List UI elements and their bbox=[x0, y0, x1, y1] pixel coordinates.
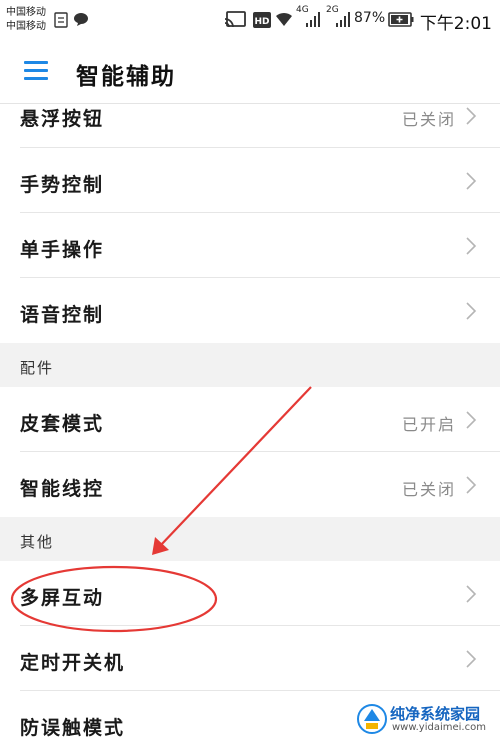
setting-label: 单手操作 bbox=[20, 239, 105, 261]
hamburger-menu-icon[interactable] bbox=[24, 60, 48, 82]
battery-icon bbox=[388, 12, 414, 27]
status-time: 下午2:01 bbox=[419, 14, 492, 34]
section-header-accessories: 配件 bbox=[0, 343, 500, 387]
hd-icon: HD bbox=[253, 12, 271, 28]
chevron-right-icon bbox=[466, 172, 477, 190]
watermark: 纯净系统家园 www.yidaimei.com bbox=[352, 701, 498, 737]
section-label: 其他 bbox=[20, 533, 55, 551]
setting-multi-screen[interactable]: 多屏互动 bbox=[0, 561, 500, 626]
chevron-right-icon bbox=[466, 585, 477, 603]
battery-percent: 87% bbox=[354, 10, 386, 26]
status-bar: 中国移动 中国移动 HD 4G 2G 87% 下午2:01 bbox=[0, 0, 500, 40]
carrier-1: 中国移动 bbox=[6, 7, 46, 18]
setting-one-hand[interactable]: 单手操作 bbox=[0, 213, 500, 278]
chevron-right-icon bbox=[466, 411, 477, 429]
svg-text:HD: HD bbox=[254, 17, 269, 27]
setting-label: 防误触模式 bbox=[20, 717, 126, 739]
setting-label: 悬浮按钮 bbox=[20, 108, 105, 130]
dual-sim-icon bbox=[54, 12, 68, 28]
signal-icon-2 bbox=[336, 12, 350, 27]
chevron-right-icon bbox=[466, 650, 477, 668]
signal-icon bbox=[306, 12, 320, 27]
watermark-url: www.yidaimei.com bbox=[392, 722, 486, 733]
setting-label: 定时开关机 bbox=[20, 652, 126, 674]
setting-label: 多屏互动 bbox=[20, 587, 105, 609]
setting-floating-button[interactable]: 悬浮按钮 已关闭 bbox=[0, 104, 500, 148]
message-icon bbox=[74, 13, 88, 26]
setting-cover-mode[interactable]: 皮套模式 已开启 bbox=[0, 387, 500, 452]
setting-label: 手势控制 bbox=[20, 174, 105, 196]
chevron-right-icon bbox=[466, 237, 477, 255]
setting-label: 语音控制 bbox=[20, 304, 105, 326]
setting-value: 已关闭 bbox=[401, 480, 456, 499]
section-header-other: 其他 bbox=[0, 517, 500, 561]
chevron-right-icon bbox=[466, 107, 477, 125]
page-title: 智能辅助 bbox=[76, 64, 176, 90]
settings-list: 悬浮按钮 已关闭 手势控制 单手操作 语音控制 配件 皮套模式 已开启 智能线控… bbox=[0, 104, 500, 741]
wifi-icon bbox=[276, 12, 292, 26]
watermark-text: 纯净系统家园 bbox=[390, 705, 481, 723]
section-label: 配件 bbox=[20, 359, 55, 377]
setting-value: 已开启 bbox=[401, 415, 456, 434]
setting-label: 皮套模式 bbox=[20, 413, 105, 435]
watermark-logo-icon bbox=[357, 704, 387, 734]
chevron-right-icon bbox=[466, 476, 477, 494]
setting-voice-control[interactable]: 语音控制 bbox=[0, 278, 500, 343]
carrier-2: 中国移动 bbox=[6, 21, 46, 32]
setting-value: 已关闭 bbox=[401, 110, 456, 129]
setting-label: 智能线控 bbox=[20, 478, 105, 500]
setting-scheduled-power[interactable]: 定时开关机 bbox=[0, 626, 500, 691]
setting-smart-remote[interactable]: 智能线控 已关闭 bbox=[0, 452, 500, 517]
setting-gesture-control[interactable]: 手势控制 bbox=[0, 148, 500, 213]
cast-icon bbox=[224, 11, 246, 28]
app-bar: 智能辅助 bbox=[0, 40, 500, 104]
chevron-right-icon bbox=[466, 302, 477, 320]
